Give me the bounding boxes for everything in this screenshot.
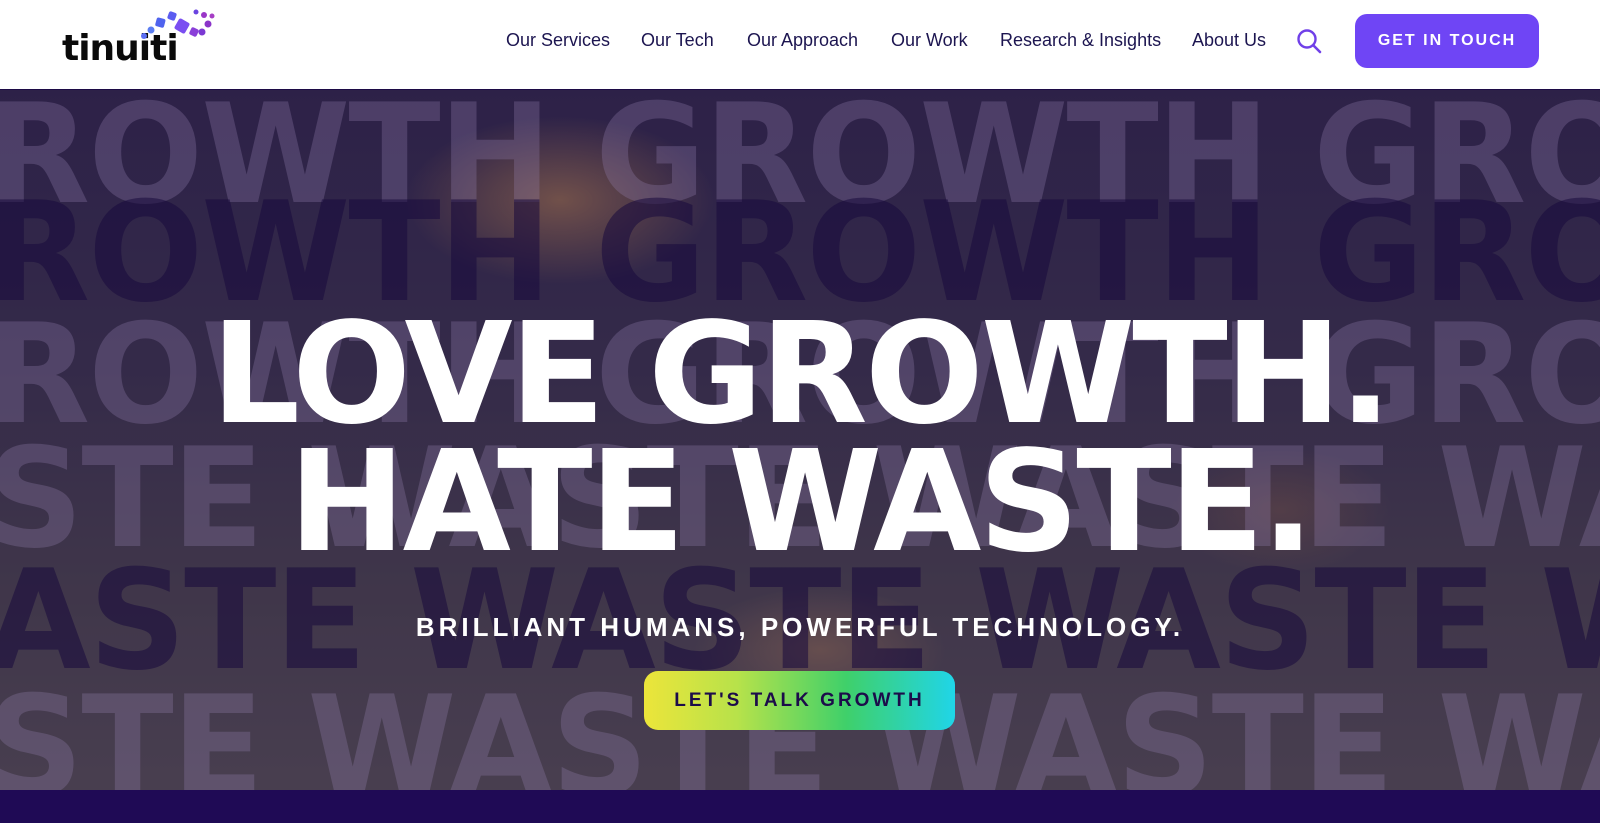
hero-subheadline: BRILLIANT HUMANS, POWERFUL TECHNOLOGY. bbox=[415, 612, 1185, 642]
lets-talk-growth-button[interactable]: LET'S TALK GROWTH bbox=[644, 671, 955, 730]
nav-our-work[interactable]: Our Work bbox=[891, 30, 968, 51]
hero-headline-line2: HATE WASTE. bbox=[288, 421, 1314, 584]
get-in-touch-button[interactable]: GET IN TOUCH bbox=[1355, 14, 1539, 68]
search-icon[interactable] bbox=[1296, 28, 1322, 54]
nav-research-insights[interactable]: Research & Insights bbox=[1000, 30, 1161, 51]
nav-our-tech[interactable]: Our Tech bbox=[641, 30, 714, 51]
section-divider-band bbox=[0, 790, 1600, 823]
nav-our-approach[interactable]: Our Approach bbox=[747, 30, 858, 51]
nav-our-services[interactable]: Our Services bbox=[506, 30, 610, 51]
site-header: tinuiti Our Services Our Tech Our Approa… bbox=[0, 0, 1600, 90]
nav-about-us[interactable]: About Us bbox=[1192, 30, 1266, 51]
hero-section: ROWTH GROWTH GROWTH G ROWTH GROWTH GROWT… bbox=[0, 90, 1600, 790]
